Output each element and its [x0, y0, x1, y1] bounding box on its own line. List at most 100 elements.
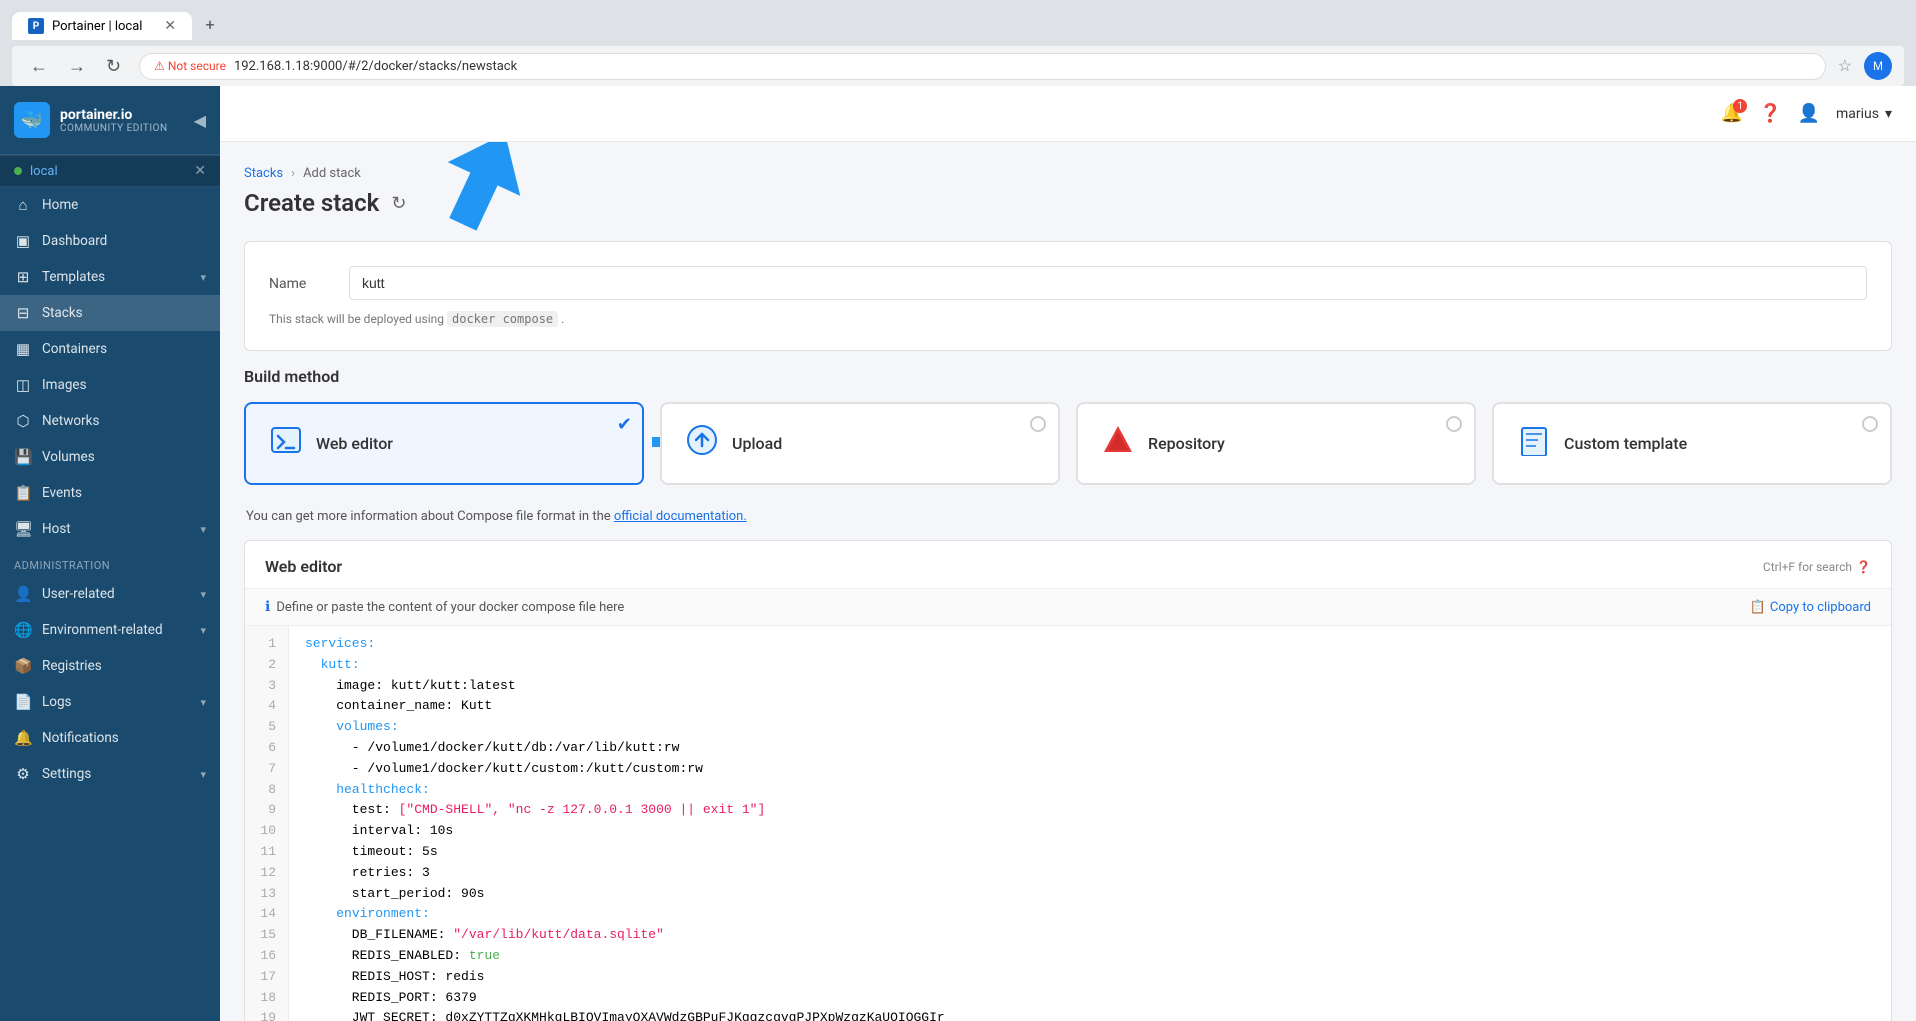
build-method-upload[interactable]: Upload [660, 402, 1060, 485]
editor-info-bar: ℹ Define or paste the content of your do… [245, 589, 1891, 626]
bookmark-button[interactable]: ☆ [1838, 56, 1852, 76]
build-method-web-editor[interactable]: ✔ Web editor [244, 402, 644, 485]
help-button[interactable]: ❓ [1759, 103, 1781, 124]
sidebar-item-templates[interactable]: ⊞ Templates ▾ [0, 259, 220, 295]
sidebar-item-containers[interactable]: ▦ Containers [0, 331, 220, 367]
breadcrumb-stacks-link[interactable]: Stacks [244, 166, 283, 181]
sidebar-item-networks[interactable]: ⬡ Networks [0, 403, 220, 439]
user-profile-icon: 👤 [1798, 103, 1820, 124]
profile-button[interactable]: M [1864, 52, 1892, 80]
sidebar-item-volumes[interactable]: 💾 Volumes [0, 439, 220, 475]
official-docs-link[interactable]: official documentation. [614, 509, 747, 524]
chevron-down-icon: ▾ [200, 271, 206, 284]
clipboard-icon: 📋 [1750, 600, 1766, 615]
url-display: 192.168.1.18:9000/#/2/docker/stacks/news… [234, 59, 517, 74]
sidebar-item-label: Logs [42, 694, 190, 710]
sidebar-environment-bar[interactable]: local ✕ [0, 155, 220, 187]
sidebar-item-settings[interactable]: ⚙ Settings ▾ [0, 756, 220, 792]
code-line: REDIS_HOST: redis [305, 967, 1875, 988]
ctrl-f-hint: Ctrl+F for search ❓ [1763, 560, 1871, 574]
refresh-icon[interactable]: ↻ [391, 193, 406, 214]
stacks-icon: ⊟ [14, 304, 32, 322]
code-line: DB_FILENAME: "/var/lib/kutt/data.sqlite" [305, 925, 1875, 946]
sidebar-item-events[interactable]: 📋 Events [0, 475, 220, 511]
copy-to-clipboard-button[interactable]: 📋 Copy to clipboard [1750, 600, 1871, 615]
sidebar-item-stacks[interactable]: ⊟ Stacks [0, 295, 220, 331]
tab-close-button[interactable]: ✕ [164, 18, 176, 34]
address-bar[interactable]: ⚠ Not secure 192.168.1.18:9000/#/2/docke… [139, 53, 1826, 80]
notification-badge: 1 [1733, 99, 1747, 113]
code-line: kutt: [305, 655, 1875, 676]
build-method-repository[interactable]: Repository [1076, 402, 1476, 485]
sidebar-item-logs[interactable]: 📄 Logs ▾ [0, 684, 220, 720]
environment-related-icon: 🌐 [14, 621, 32, 639]
editor-help-text: You can get more information about Compo… [244, 509, 1892, 524]
arrow-decoration-1 [424, 142, 544, 243]
sidebar-item-host[interactable]: 🖥 Host ▾ [0, 511, 220, 547]
topbar-user-menu[interactable]: marius ▾ [1836, 106, 1892, 122]
stack-name-input[interactable] [349, 266, 1867, 300]
logs-icon: 📄 [14, 693, 32, 711]
breadcrumb: Stacks › Add stack [244, 166, 1892, 181]
browser-tab-active[interactable]: P Portainer | local ✕ [12, 12, 192, 40]
code-editor[interactable]: 1234567891011121314151617181920 services… [245, 626, 1891, 1021]
page-header: Create stack ↻ [244, 189, 1892, 217]
sidebar-item-label: Dashboard [42, 233, 206, 249]
sidebar: 🐳 portainer.io COMMUNITY EDITION ◀ local… [0, 86, 220, 1021]
networks-icon: ⬡ [14, 412, 32, 430]
chevron-down-icon: ▾ [200, 588, 206, 601]
sidebar-item-dashboard[interactable]: ▣ Dashboard [0, 223, 220, 259]
code-line: timeout: 5s [305, 842, 1875, 863]
forward-button[interactable]: → [62, 54, 92, 79]
code-line: REDIS_ENABLED: true [305, 946, 1875, 967]
user-related-icon: 👤 [14, 585, 32, 603]
sidebar-item-registries[interactable]: 📦 Registries [0, 648, 220, 684]
logo-edition: COMMUNITY EDITION [60, 123, 168, 134]
radio-repository [1446, 416, 1462, 432]
tab-title: Portainer | local [52, 19, 142, 34]
settings-icon: ⚙ [14, 765, 32, 783]
sidebar-item-user-related[interactable]: 👤 User-related ▾ [0, 576, 220, 612]
stack-deploy-info: This stack will be deployed using docker… [269, 312, 1867, 326]
sidebar-item-label: Registries [42, 658, 206, 674]
sidebar-item-label: Containers [42, 341, 206, 357]
name-label: Name [269, 266, 329, 292]
registries-icon: 📦 [14, 657, 32, 675]
logo-brand: portainer.io [60, 107, 168, 123]
new-tab-button[interactable]: + [194, 8, 226, 40]
sidebar-item-label: Volumes [42, 449, 206, 465]
build-method-section: Build method ✔ Web editor [244, 367, 1892, 1021]
sidebar-item-label: User-related [42, 586, 190, 602]
sidebar-item-label: Stacks [42, 305, 206, 321]
sidebar-item-images[interactable]: ◫ Images [0, 367, 220, 403]
custom-template-icon [1518, 424, 1550, 463]
environment-close-button[interactable]: ✕ [194, 163, 206, 179]
build-method-title: Build method [244, 367, 1892, 386]
code-line: test: ["CMD-SHELL", "nc -z 127.0.0.1 300… [305, 800, 1875, 821]
home-icon: ⌂ [14, 196, 32, 214]
upload-icon [686, 424, 718, 463]
sidebar-item-label: Images [42, 377, 206, 393]
host-icon: 🖥 [14, 520, 32, 538]
build-method-custom-template[interactable]: Custom template [1492, 402, 1892, 485]
editor-section: Web editor Ctrl+F for search ❓ ℹ Define … [244, 540, 1892, 1021]
events-icon: 📋 [14, 484, 32, 502]
code-line: retries: 3 [305, 863, 1875, 884]
code-area[interactable]: services: kutt: image: kutt/kutt:latest … [289, 626, 1891, 1021]
sidebar-item-label: Host [42, 521, 190, 537]
warning-icon: ⚠ [154, 59, 165, 73]
notifications-bell-button[interactable]: 🔔 1 [1721, 103, 1743, 124]
sidebar-item-environment-related[interactable]: 🌐 Environment-related ▾ [0, 612, 220, 648]
reload-button[interactable]: ↻ [100, 54, 127, 79]
dashboard-icon: ▣ [14, 232, 32, 250]
back-button[interactable]: ← [24, 54, 54, 79]
radio-upload [1030, 416, 1046, 432]
sidebar-collapse-button[interactable]: ◀ [194, 111, 206, 130]
build-methods-grid: ✔ Web editor [244, 402, 1892, 485]
code-line: - /volume1/docker/kutt/db:/var/lib/kutt:… [305, 738, 1875, 759]
templates-icon: ⊞ [14, 268, 32, 286]
not-secure-indicator: ⚠ Not secure [154, 59, 226, 73]
sidebar-item-label: Settings [42, 766, 190, 782]
sidebar-item-notifications[interactable]: 🔔 Notifications [0, 720, 220, 756]
sidebar-item-home[interactable]: ⌂ Home [0, 187, 220, 223]
